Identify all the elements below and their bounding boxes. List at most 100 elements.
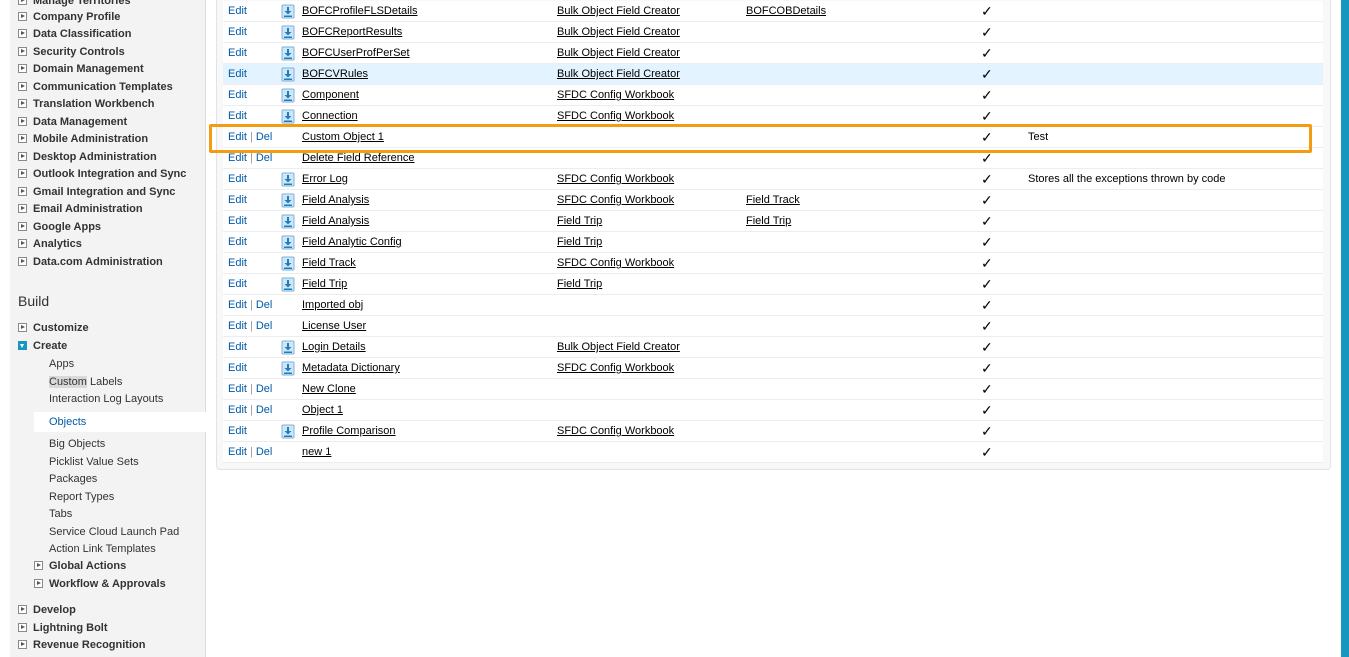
expand-twisty-icon[interactable] [18,117,27,126]
package-link[interactable]: SFDC Config Workbook [557,358,674,379]
sidebar-item-lightning-bolt[interactable]: Lightning Bolt [18,620,108,636]
object-label-link[interactable]: Object 1 [302,400,343,421]
sidebar-subitem-picklist-value-sets[interactable]: Picklist Value Sets [49,454,139,470]
sidebar-item-domain-management[interactable]: Domain Management [18,61,144,77]
object-label-link[interactable]: Field Analytic Config [302,232,402,253]
edit-link[interactable]: Edit [228,320,247,332]
package-link[interactable]: SFDC Config Workbook [557,106,674,127]
edit-link[interactable]: Edit [228,257,247,269]
sidebar-subitem-packages[interactable]: Packages [49,471,97,487]
delete-link[interactable]: Del [256,299,273,311]
object-label-link[interactable]: BOFCVRules [302,64,368,85]
sidebar-item-translation-workbench[interactable]: Translation Workbench [18,96,154,112]
expand-twisty-icon[interactable] [18,82,27,91]
expand-twisty-icon[interactable] [18,239,27,248]
expand-twisty-icon[interactable] [18,623,27,632]
sidebar-subitem-interaction-log-layouts[interactable]: Interaction Log Layouts [49,391,163,407]
sidebar-item-global-actions[interactable]: Global Actions [34,558,126,574]
expand-twisty-icon[interactable] [18,323,27,332]
package-link[interactable]: SFDC Config Workbook [557,421,674,442]
sidebar-item-workflow-approvals[interactable]: Workflow & Approvals [34,576,166,592]
edit-link[interactable]: Edit [228,236,247,248]
related-object-link[interactable]: BOFCOBDetails [746,1,826,22]
edit-link[interactable]: Edit [228,173,247,185]
sidebar-subitem-custom-labels[interactable]: Custom Labels [49,374,122,390]
sidebar-item-outlook-integration-and-sync[interactable]: Outlook Integration and Sync [18,166,186,182]
delete-link[interactable]: Del [256,320,273,332]
package-link[interactable]: Bulk Object Field Creator [557,43,680,64]
package-link[interactable]: SFDC Config Workbook [557,253,674,274]
sidebar-item-data-management[interactable]: Data Management [18,114,127,130]
package-link[interactable]: SFDC Config Workbook [557,190,674,211]
edit-link[interactable]: Edit [228,278,247,290]
package-link[interactable]: Field Trip [557,232,602,253]
edit-link[interactable]: Edit [228,425,247,437]
edit-link[interactable]: Edit [228,404,247,416]
edit-link[interactable]: Edit [228,110,247,122]
package-link[interactable]: Field Trip [557,211,602,232]
expand-twisty-icon[interactable] [18,605,27,614]
object-label-link[interactable]: Error Log [302,169,348,190]
expand-twisty-icon[interactable] [34,579,43,588]
sidebar-subitem-report-types[interactable]: Report Types [49,489,114,505]
package-link[interactable]: Bulk Object Field Creator [557,64,680,85]
sidebar-item-create[interactable]: Create [18,338,67,354]
expand-twisty-icon[interactable] [18,29,27,38]
sidebar-item-mobile-administration[interactable]: Mobile Administration [18,131,148,147]
sidebar-item-gmail-integration-and-sync[interactable]: Gmail Integration and Sync [18,184,175,200]
delete-link[interactable]: Del [256,152,273,164]
object-label-link[interactable]: Field Track [302,253,356,274]
edit-link[interactable]: Edit [228,446,247,458]
package-link[interactable]: SFDC Config Workbook [557,169,674,190]
delete-link[interactable]: Del [256,383,273,395]
package-link[interactable]: Bulk Object Field Creator [557,22,680,43]
expand-twisty-icon[interactable] [18,204,27,213]
delete-link[interactable]: Del [256,446,273,458]
object-label-link[interactable]: Field Analysis [302,190,369,211]
edit-link[interactable]: Edit [228,152,247,164]
object-label-link[interactable]: Imported obj [302,295,363,316]
object-label-link[interactable]: Login Details [302,337,366,358]
edit-link[interactable]: Edit [228,68,247,80]
expand-twisty-icon[interactable] [18,640,27,649]
expand-twisty-icon[interactable] [18,257,27,266]
edit-link[interactable]: Edit [228,341,247,353]
object-label-link[interactable]: Component [302,85,359,106]
expand-twisty-icon[interactable] [18,12,27,21]
sidebar-subitem-big-objects[interactable]: Big Objects [49,436,105,452]
sidebar-item-data-com-administration[interactable]: Data.com Administration [18,254,163,270]
object-label-link[interactable]: Field Trip [302,274,347,295]
sidebar-item-communication-templates[interactable]: Communication Templates [18,79,173,95]
edit-link[interactable]: Edit [228,299,247,311]
expand-twisty-icon[interactable] [18,187,27,196]
edit-link[interactable]: Edit [228,47,247,59]
sidebar-subitem-apps[interactable]: Apps [49,356,74,372]
expand-twisty-icon[interactable] [18,341,27,350]
edit-link[interactable]: Edit [228,131,247,143]
object-label-link[interactable]: Custom Object 1 [302,127,384,148]
sidebar-item-google-apps[interactable]: Google Apps [18,219,101,235]
edit-link[interactable]: Edit [228,383,247,395]
expand-twisty-icon[interactable] [18,222,27,231]
expand-twisty-icon[interactable] [18,152,27,161]
object-label-link[interactable]: Connection [302,106,358,127]
sidebar-subitem-service-cloud-launch-pad[interactable]: Service Cloud Launch Pad [49,524,179,540]
delete-link[interactable]: Del [256,131,273,143]
object-label-link[interactable]: new 1 [302,442,331,463]
expand-twisty-icon[interactable] [18,0,27,5]
edit-link[interactable]: Edit [228,362,247,374]
object-label-link[interactable]: New Clone [302,379,356,400]
object-label-link[interactable]: Delete Field Reference [302,148,415,169]
expand-twisty-icon[interactable] [18,47,27,56]
object-label-link[interactable]: BOFCUserProfPerSet [302,43,410,64]
package-link[interactable]: Bulk Object Field Creator [557,337,680,358]
edit-link[interactable]: Edit [228,26,247,38]
package-link[interactable]: SFDC Config Workbook [557,85,674,106]
sidebar-item-manage-territories[interactable]: Manage Territories [18,0,131,9]
related-object-link[interactable]: Field Track [746,190,800,211]
object-label-link[interactable]: BOFCProfileFLSDetails [302,1,418,22]
object-label-link[interactable]: Field Analysis [302,211,369,232]
delete-link[interactable]: Del [256,404,273,416]
expand-twisty-icon[interactable] [18,99,27,108]
expand-twisty-icon[interactable] [18,64,27,73]
